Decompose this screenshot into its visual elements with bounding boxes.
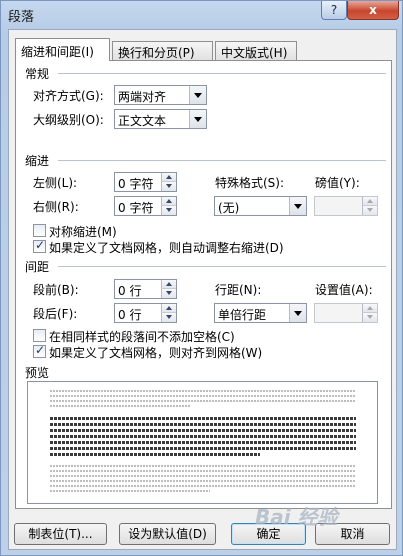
dialog-body: 缩进和间距(I) 换行和分页(P) 中文版式(H) 常规 对齐方式(G): 两端…	[8, 29, 397, 550]
tab-asian-typography[interactable]: 中文版式(H)	[215, 41, 297, 60]
tabs-button[interactable]: 制表位(T)...	[14, 523, 107, 545]
outline-level-label: 大纲级别(O):	[33, 113, 104, 127]
preview-next-line	[50, 485, 356, 487]
no-space-same-style-checkbox[interactable]	[33, 329, 46, 342]
left-indent-label: 左侧(L):	[33, 176, 78, 190]
help-button[interactable]: ?	[321, 1, 347, 20]
spacing-section-title: 间距	[25, 260, 50, 274]
spin-up-icon[interactable]	[161, 173, 176, 182]
tab-indents-spacing[interactable]: 缩进和间距(I)	[15, 38, 110, 61]
space-after-spinner[interactable]: 0 行	[114, 303, 177, 323]
left-indent-spinner[interactable]: 0 字符	[114, 172, 177, 192]
space-before-value: 0 行	[118, 284, 142, 298]
spin-up-icon[interactable]	[362, 304, 377, 313]
alignment-label: 对齐方式(G):	[33, 89, 104, 103]
preview-next-line	[50, 470, 356, 472]
chevron-down-icon[interactable]	[189, 86, 206, 104]
set-default-button[interactable]: 设为默认值(D)	[119, 523, 216, 545]
space-before-label: 段前(B):	[33, 283, 79, 297]
preview-prev-line	[50, 395, 356, 397]
tab-line-page-breaks[interactable]: 换行和分页(P)	[112, 41, 213, 60]
line-spacing-label: 行距(N):	[215, 283, 262, 297]
special-indent-label: 特殊格式(S):	[215, 176, 285, 190]
right-indent-value: 0 字符	[118, 201, 154, 215]
chevron-down-icon[interactable]	[289, 304, 306, 322]
no-space-same-style-label[interactable]: 在相同样式的段落间不添加空格(C)	[49, 328, 235, 345]
preview-page	[50, 388, 356, 499]
chevron-down-icon[interactable]	[289, 197, 306, 215]
spin-down-icon[interactable]	[161, 289, 176, 298]
chevron-down-icon[interactable]	[189, 110, 206, 128]
snap-to-grid-checkbox[interactable]	[33, 343, 46, 358]
general-section-title: 常规	[25, 67, 50, 81]
preview-sample-line	[50, 453, 260, 456]
space-after-value: 0 行	[118, 308, 142, 322]
indent-divider	[58, 160, 386, 161]
general-divider	[58, 73, 386, 74]
preview-box	[27, 381, 378, 504]
spin-up-icon[interactable]	[161, 304, 176, 313]
special-indent-select[interactable]: (无)	[214, 196, 307, 216]
preview-next-line	[50, 465, 356, 467]
at-spinner[interactable]	[314, 303, 378, 323]
mirror-indents-label[interactable]: 对称缩进(M)	[49, 223, 117, 240]
alignment-value: 两端对齐	[118, 90, 167, 104]
preview-section-title: 预览	[25, 366, 50, 380]
spin-up-icon[interactable]	[362, 197, 377, 206]
preview-sample-line	[50, 435, 356, 438]
right-indent-spinner[interactable]: 0 字符	[114, 196, 177, 216]
at-label: 设置值(A):	[315, 283, 373, 297]
line-spacing-value: 单倍行距	[218, 308, 267, 322]
preview-prev-line	[50, 390, 356, 392]
by-label: 磅值(Y):	[315, 176, 360, 190]
auto-adjust-right-indent-label[interactable]: 如果定义了文档网格，则自动调整右缩进(D)	[49, 239, 284, 256]
preview-next-line	[50, 490, 210, 492]
paragraph-dialog: 段落 ? x 缩进和间距(I) 换行和分页(P) 中文版式(H) 常规 对齐方式…	[0, 0, 403, 556]
preview-next-line	[50, 480, 356, 482]
preview-prev-line	[50, 405, 190, 407]
title-bar[interactable]: 段落 ? x	[1, 1, 402, 27]
mirror-indents-checkbox[interactable]	[33, 224, 46, 237]
watermark-logo: Bai 经验	[255, 505, 338, 529]
preview-next-line	[50, 475, 356, 477]
spin-down-icon[interactable]	[161, 206, 176, 215]
right-indent-label: 右侧(R):	[33, 200, 79, 214]
preview-sample-line	[50, 447, 356, 450]
spin-down-icon[interactable]	[362, 206, 377, 215]
preview-prev-line	[50, 400, 356, 402]
auto-adjust-right-indent-checkbox[interactable]	[33, 238, 46, 253]
preview-sample-line	[50, 417, 356, 420]
snap-to-grid-label[interactable]: 如果定义了文档网格，则对齐到网格(W)	[49, 344, 262, 361]
by-spinner[interactable]	[314, 196, 378, 216]
tab-panel: 常规 对齐方式(G): 两端对齐 大纲级别(O): 正文文本 缩进 左侧(L):…	[15, 60, 392, 509]
preview-sample-line	[50, 423, 356, 426]
spin-down-icon[interactable]	[161, 313, 176, 322]
window-title: 段落	[8, 10, 35, 25]
outline-level-value: 正文文本	[118, 114, 167, 128]
close-button[interactable]: x	[347, 1, 399, 20]
preview-sample-line	[50, 429, 356, 432]
preview-sample-line	[50, 441, 356, 444]
alignment-select[interactable]: 两端对齐	[114, 85, 207, 105]
spin-up-icon[interactable]	[161, 197, 176, 206]
special-indent-value: (无)	[218, 201, 240, 215]
space-after-label: 段后(F):	[33, 307, 78, 321]
line-spacing-select[interactable]: 单倍行距	[214, 303, 307, 323]
spacing-divider	[58, 266, 386, 267]
spin-down-icon[interactable]	[161, 182, 176, 191]
left-indent-value: 0 字符	[118, 177, 154, 191]
spin-down-icon[interactable]	[362, 313, 377, 322]
indent-section-title: 缩进	[25, 154, 50, 168]
space-before-spinner[interactable]: 0 行	[114, 279, 177, 299]
spin-up-icon[interactable]	[161, 280, 176, 289]
outline-level-select[interactable]: 正文文本	[114, 109, 207, 129]
